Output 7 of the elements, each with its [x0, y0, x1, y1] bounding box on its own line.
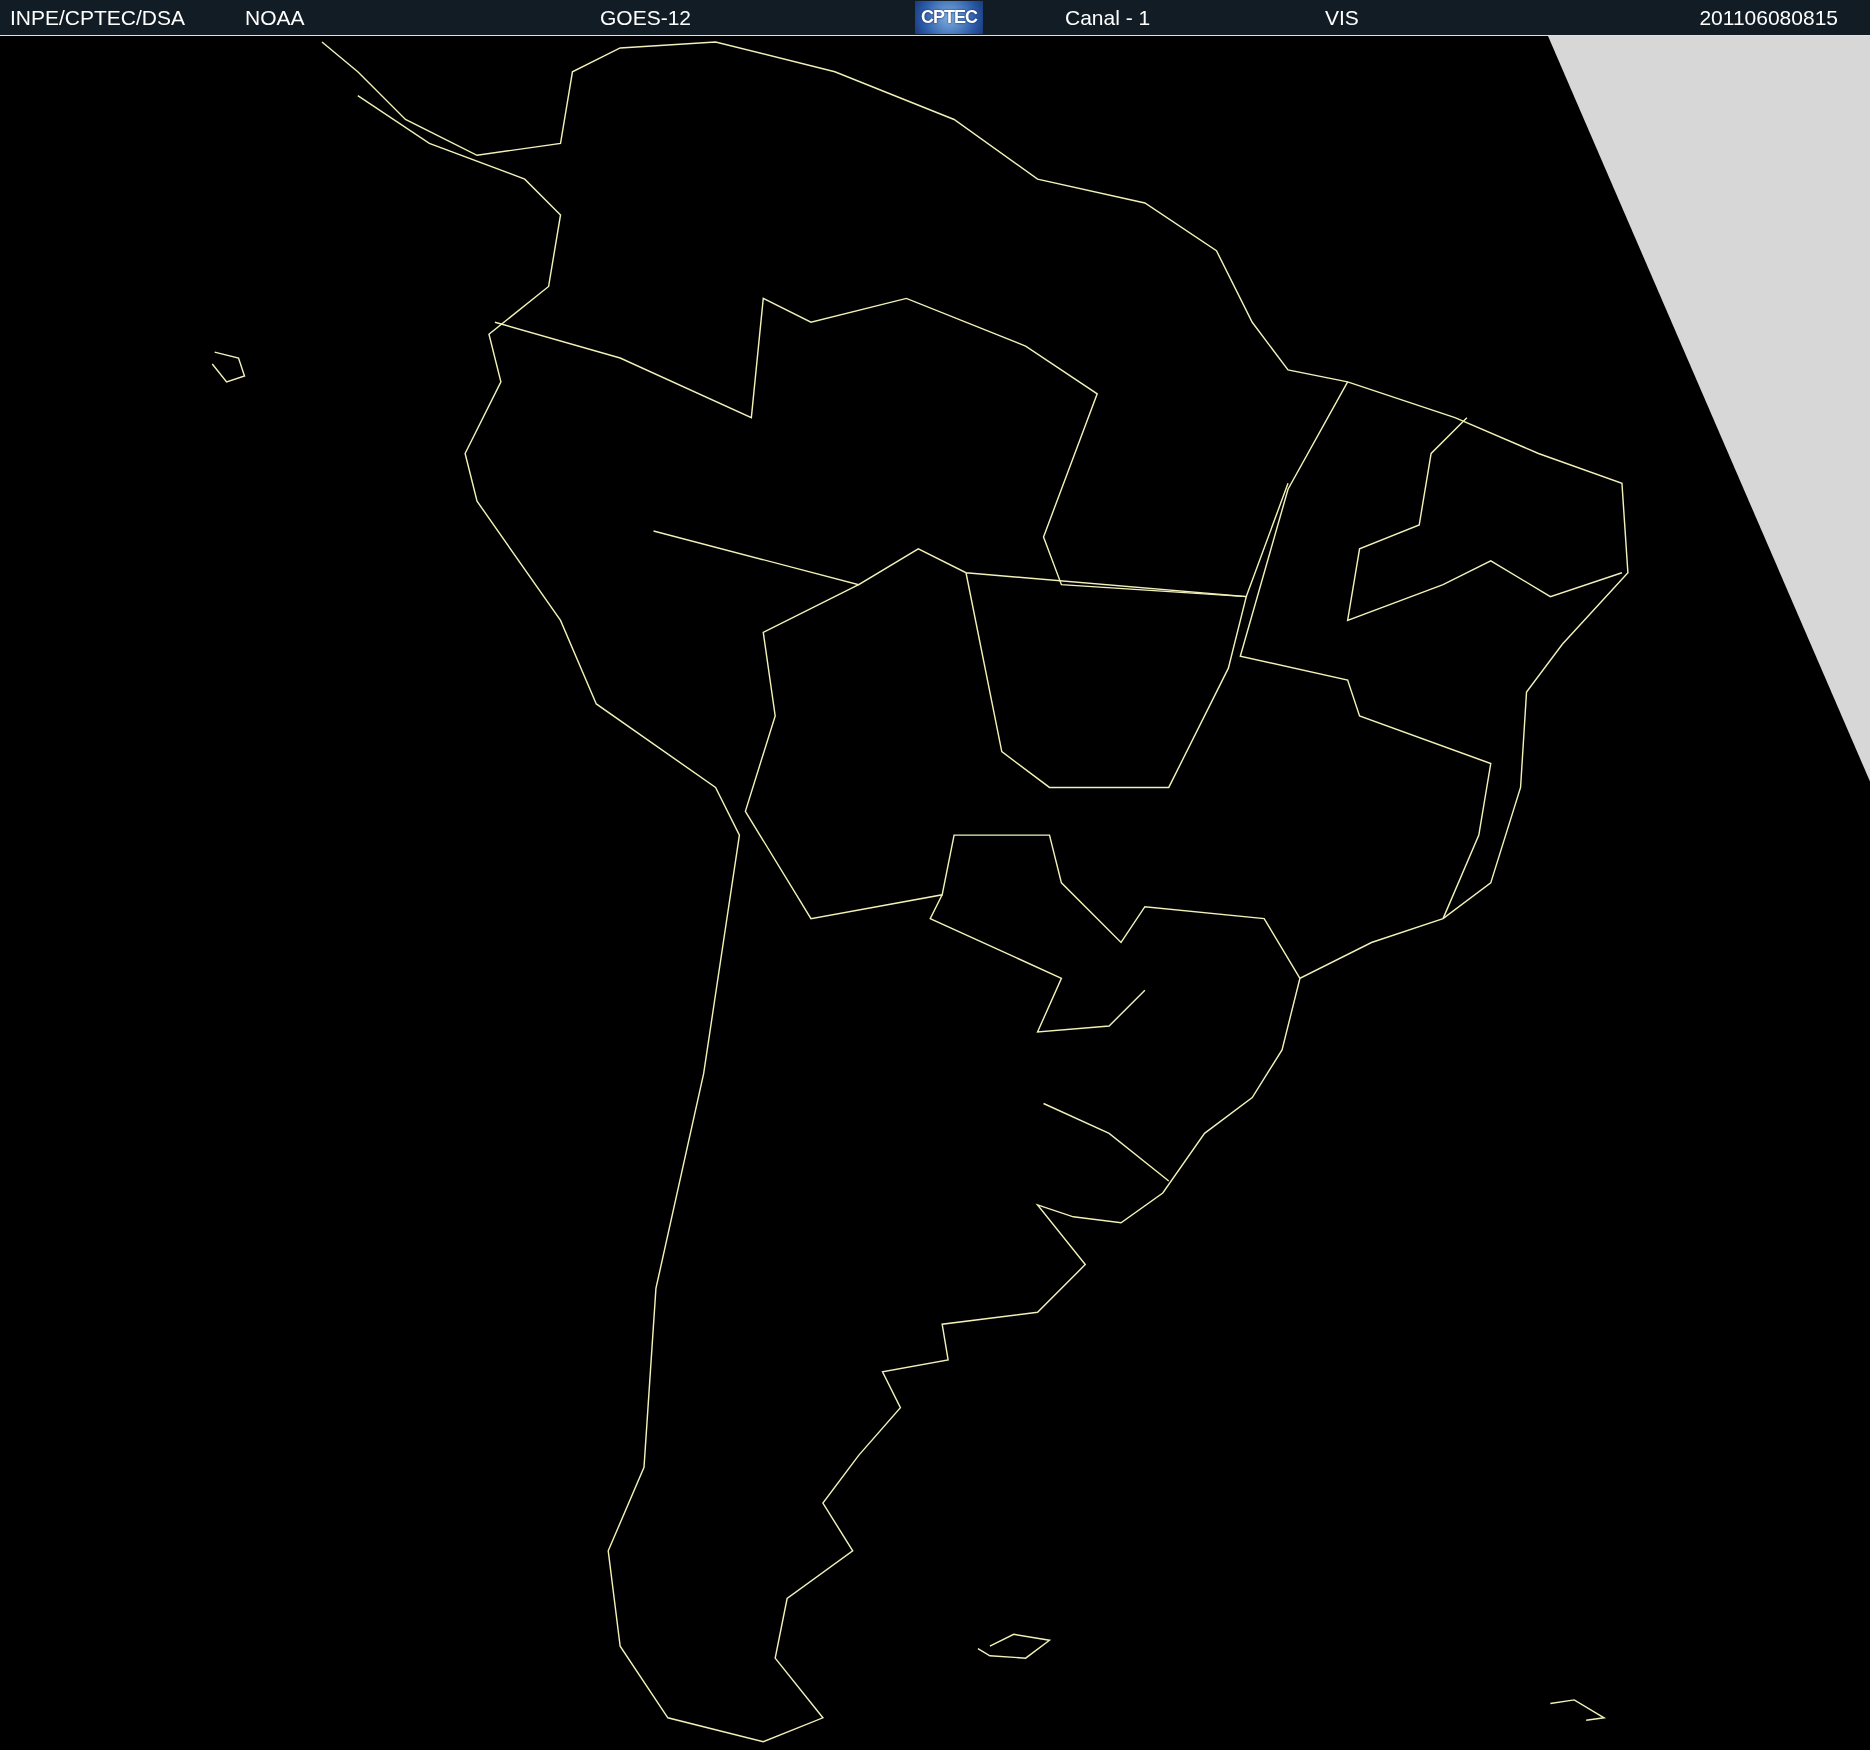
satellite-label: GOES-12 [600, 5, 692, 30]
agency-label: NOAA [245, 5, 305, 30]
band-label: VIS [1325, 5, 1359, 30]
source-label: INPE/CPTEC/DSA [10, 5, 186, 30]
channel-label: Canal - 1 [1065, 5, 1151, 30]
logo: CPTEC [915, 1, 983, 34]
timestamp: 201106080815 [1699, 5, 1838, 30]
